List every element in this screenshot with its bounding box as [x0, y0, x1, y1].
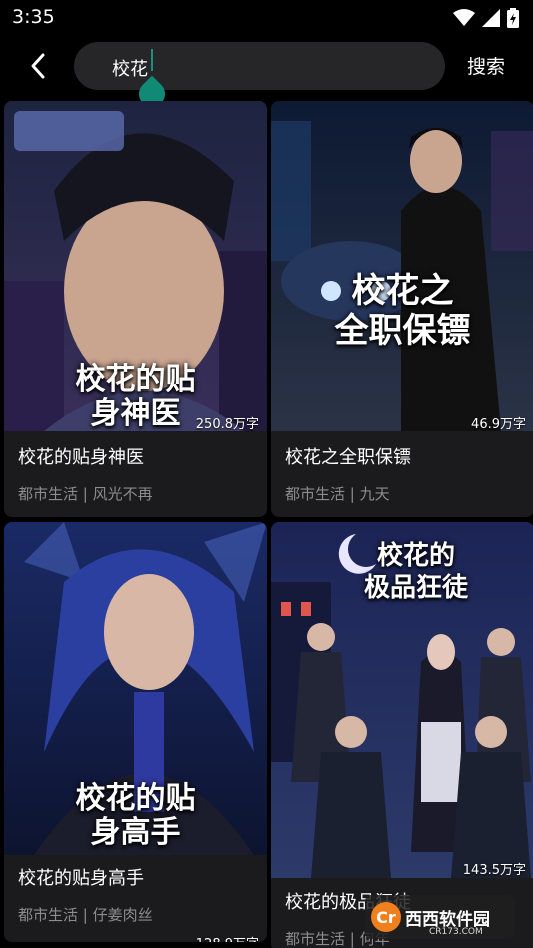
cover-title-line1: 校花的贴	[75, 781, 196, 816]
book-title: 校花之全职保镖	[285, 447, 411, 468]
cover-title-line2: 极品狂徒	[363, 573, 468, 603]
book-meta: 都市生活 | 仔姜肉丝	[18, 906, 153, 924]
book-cover: 校花的 极品狂徒 143.5万字	[271, 522, 533, 878]
cover-title: 校花之 全职保镖	[271, 271, 533, 351]
book-card[interactable]: 校花的 极品狂徒 143.5万字 校花的极品狂徒 都市生活 | 何年	[271, 522, 533, 948]
status-icons	[453, 8, 519, 28]
signal-icon	[482, 9, 500, 27]
book-card[interactable]: 校花的贴 身神医 250.8万字 校花的贴身神医 都市生活 | 风光不再	[4, 101, 267, 517]
cover-title-line2: 全职保镖	[334, 311, 471, 351]
search-query: 校花	[112, 59, 148, 80]
book-card[interactable]: 校花之 全职保镖 46.9万字 校花之全职保镖 都市生活 | 九天	[271, 101, 533, 517]
cover-title-line1: 校花之	[351, 271, 454, 311]
text-cursor	[151, 49, 153, 71]
cover-title: 校花的贴 身高手	[4, 782, 267, 850]
book-meta: 都市生活 | 九天	[285, 485, 390, 503]
watermark-badge: Cr	[371, 902, 401, 932]
book-cover: 校花的贴 身高手 128.9万字	[4, 522, 267, 942]
cover-title-line1: 校花的	[376, 541, 455, 571]
search-input[interactable]: 校花	[74, 42, 445, 90]
cover-title-line1: 校花的贴	[75, 362, 196, 397]
chevron-left-icon	[31, 53, 45, 79]
book-title: 校花的贴身神医	[18, 447, 144, 468]
word-count: 46.9万字	[471, 417, 526, 432]
book-title: 校花的贴身高手	[18, 868, 144, 889]
word-count: 128.9万字	[196, 933, 259, 942]
watermark-sub: CR173.COM	[429, 927, 483, 937]
watermark-text: 西西软件园	[405, 909, 490, 930]
cover-title-line2: 身高手	[90, 815, 181, 850]
cover-title: 校花的 极品狂徒	[311, 540, 521, 604]
book-card[interactable]: 校花的贴 身高手 128.9万字 校花的贴身高手 都市生活 | 仔姜肉丝	[4, 522, 267, 942]
book-cover: 校花之 全职保镖 46.9万字	[271, 101, 533, 432]
status-bar: 3:35	[0, 0, 533, 36]
back-button[interactable]	[20, 48, 56, 84]
book-cover: 校花的贴 身神医 250.8万字	[4, 101, 267, 432]
search-button[interactable]: 搜索	[467, 52, 505, 79]
wifi-icon	[453, 9, 475, 26]
word-count: 143.5万字	[462, 863, 526, 878]
battery-charging-icon	[507, 8, 519, 28]
status-time: 3:35	[12, 6, 55, 28]
watermark-logo: Cr 西西软件园 CR173.COM	[365, 895, 515, 939]
search-header: 校花 搜索	[0, 36, 533, 113]
book-meta: 都市生活 | 风光不再	[18, 485, 153, 503]
word-count: 250.8万字	[195, 417, 259, 432]
